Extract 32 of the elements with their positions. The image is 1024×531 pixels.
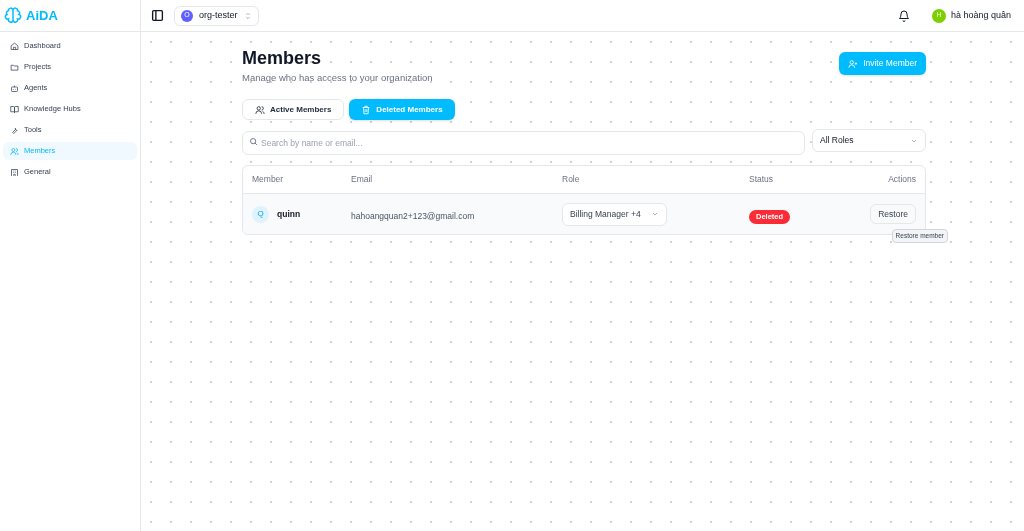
search-field[interactable]: Search by name or email...	[242, 131, 805, 156]
trash-icon	[361, 104, 372, 115]
chevrons-icon	[243, 11, 252, 20]
restore-button[interactable]: Restore	[870, 204, 916, 225]
column-header: Role	[562, 174, 580, 185]
search-icon	[249, 136, 258, 146]
book-icon	[10, 104, 19, 114]
column-header: Member	[252, 174, 284, 185]
role-filter-dropdown[interactable]: All Roles	[812, 129, 926, 153]
column-header: Actions	[888, 174, 916, 185]
member-email: hahoangquan2+123@gmail.com	[351, 211, 475, 222]
page-title: Members	[242, 47, 323, 69]
wrench-icon	[10, 125, 19, 135]
member-avatar: Q	[252, 205, 269, 223]
column-header: Email	[351, 174, 373, 185]
role-dropdown[interactable]: Billing Manager +4	[562, 202, 667, 226]
page-subtitle: Manage who has access to your organization	[242, 71, 433, 85]
users-icon	[10, 146, 19, 156]
column-header: Status	[749, 174, 774, 185]
user-name[interactable]: hà hoàng quân	[950, 8, 1011, 23]
robot-icon	[10, 83, 19, 93]
folder-icon	[10, 62, 19, 72]
user-plus-icon	[848, 58, 859, 69]
notification-bell-icon[interactable]	[897, 9, 910, 22]
sidebar-toggle-icon[interactable]	[151, 9, 164, 22]
building-icon	[10, 167, 19, 177]
brand-name: AiDA	[26, 6, 58, 25]
users-icon	[255, 104, 265, 115]
home-icon	[10, 41, 19, 51]
member-name: quinn	[277, 207, 301, 221]
tab[interactable]: Active Members	[242, 99, 345, 121]
brain-logo-icon	[4, 6, 22, 25]
